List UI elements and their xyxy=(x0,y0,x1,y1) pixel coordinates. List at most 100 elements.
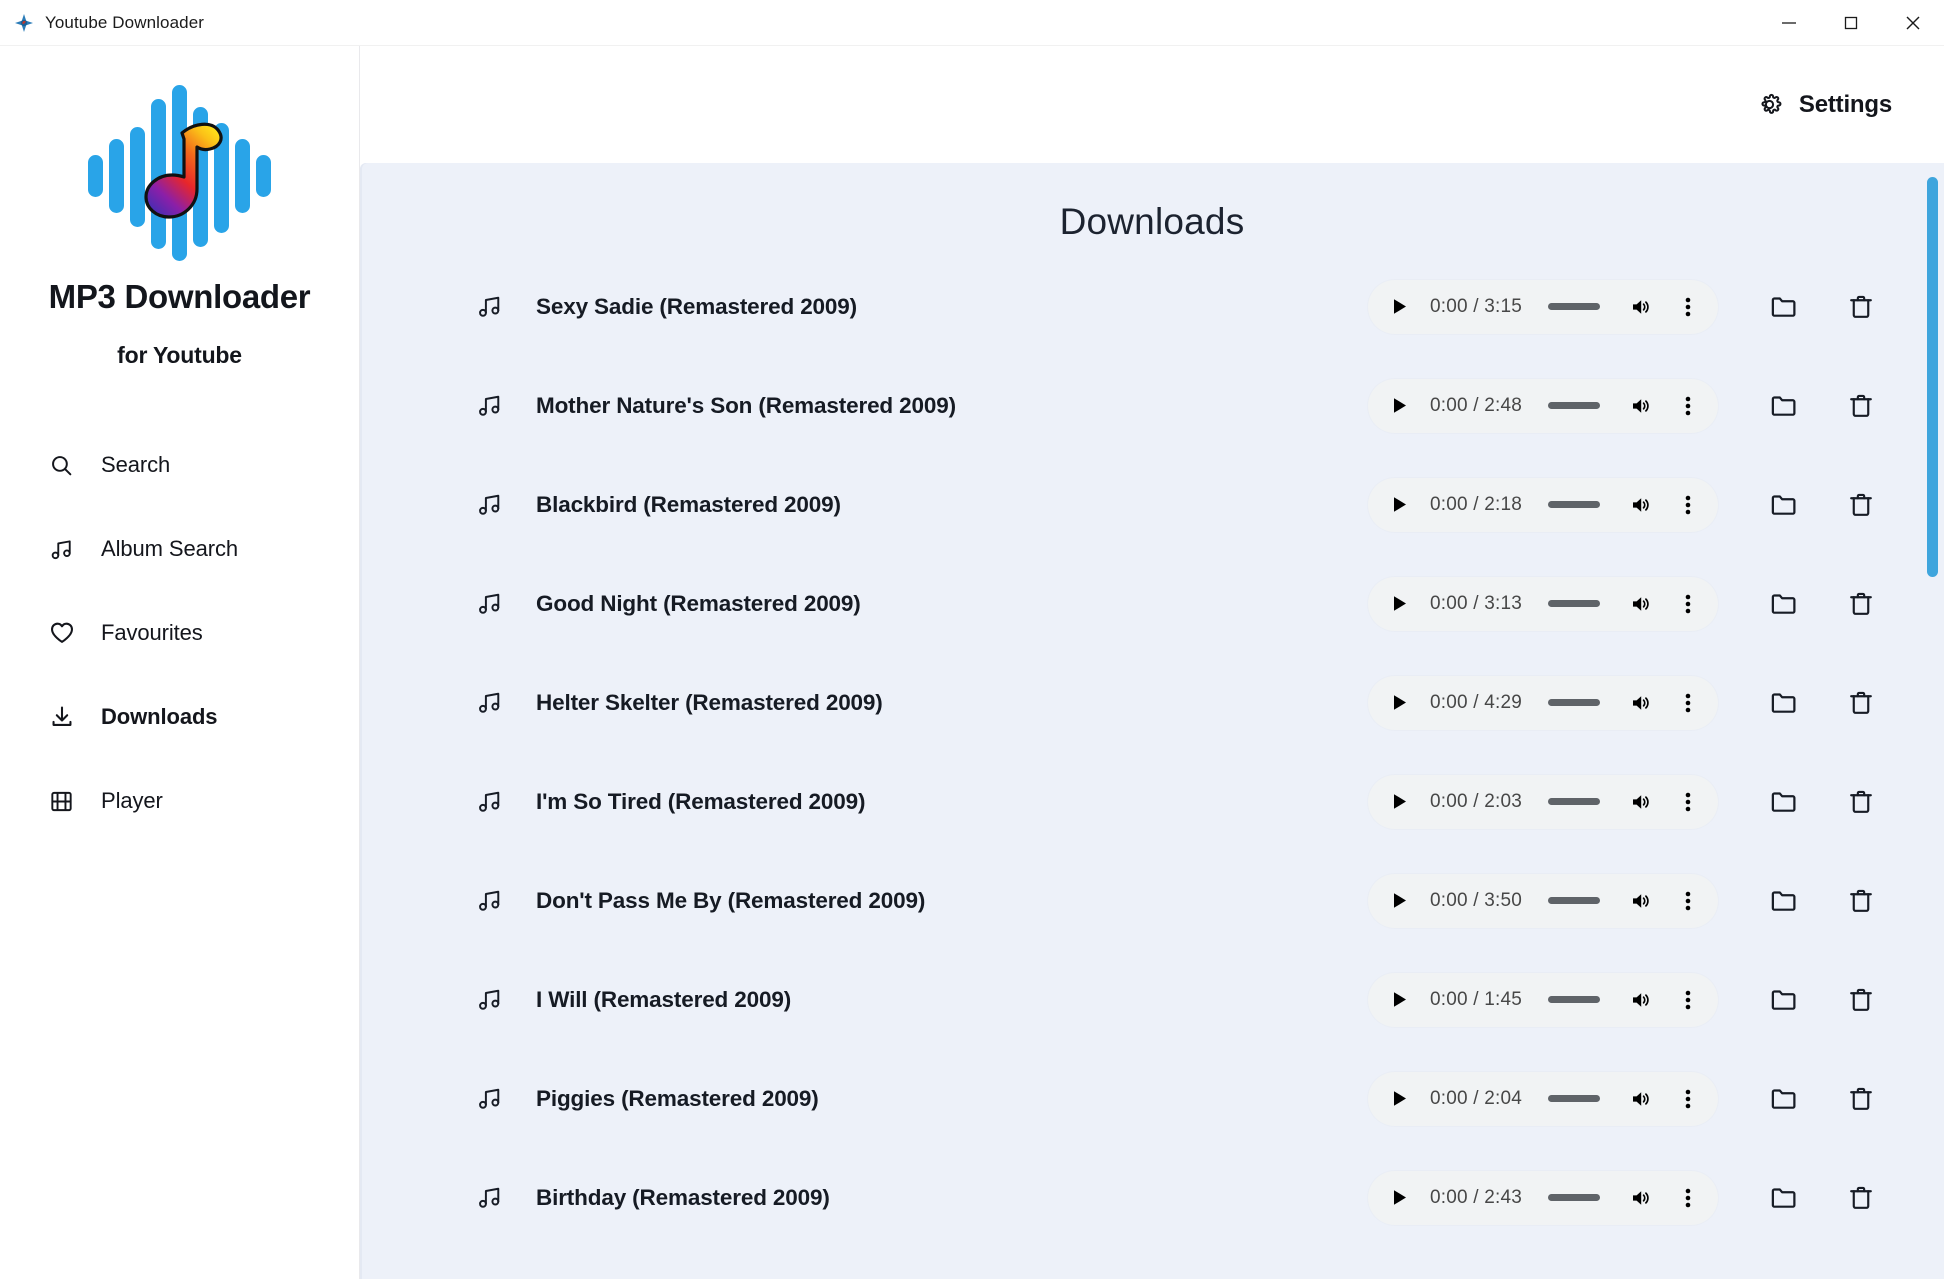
track-row[interactable]: Mother Nature's Son (Remastered 2009) 0:… xyxy=(360,356,1944,455)
three-dots-vertical-icon[interactable] xyxy=(1676,985,1700,1015)
track-row[interactable]: Sexy Sadie (Remastered 2009) 0:00 / 3:15 xyxy=(360,257,1944,356)
play-icon[interactable] xyxy=(1384,292,1414,322)
three-dots-vertical-icon[interactable] xyxy=(1676,391,1700,421)
track-row[interactable]: Good Night (Remastered 2009) 0:00 / 3:13 xyxy=(360,554,1944,653)
progress-bar[interactable] xyxy=(1548,303,1600,310)
play-icon[interactable] xyxy=(1384,886,1414,916)
volume-high-icon[interactable] xyxy=(1626,886,1656,916)
play-icon[interactable] xyxy=(1384,1183,1414,1213)
volume-high-icon[interactable] xyxy=(1626,1084,1656,1114)
trash-icon[interactable] xyxy=(1844,587,1878,621)
trash-icon[interactable] xyxy=(1844,686,1878,720)
play-icon[interactable] xyxy=(1384,490,1414,520)
sidebar-item-downloads[interactable]: Downloads xyxy=(0,675,359,759)
folder-icon[interactable] xyxy=(1766,488,1800,522)
three-dots-vertical-icon[interactable] xyxy=(1676,1183,1700,1213)
three-dots-vertical-icon[interactable] xyxy=(1676,688,1700,718)
application-window: Youtube Downloader MP3 Downloader for Yo… xyxy=(0,0,1944,1279)
scrollbar-thumb[interactable] xyxy=(1927,177,1938,577)
trash-icon[interactable] xyxy=(1844,785,1878,819)
volume-high-icon[interactable] xyxy=(1626,292,1656,322)
playback-time: 0:00 / 1:45 xyxy=(1430,988,1522,1010)
progress-bar[interactable] xyxy=(1548,798,1600,805)
sidebar-item-favourites[interactable]: Favourites xyxy=(0,591,359,675)
close-button[interactable] xyxy=(1882,0,1944,46)
sidebar-item-player[interactable]: Player xyxy=(0,759,359,843)
trash-icon[interactable] xyxy=(1844,488,1878,522)
trash-icon[interactable] xyxy=(1844,884,1878,918)
sidebar: MP3 Downloader for Youtube Search Album … xyxy=(0,46,360,1279)
music-note-icon xyxy=(474,391,504,421)
track-row[interactable]: I Will (Remastered 2009) 0:00 / 1:45 xyxy=(360,950,1944,1049)
three-dots-vertical-icon[interactable] xyxy=(1676,490,1700,520)
trash-icon[interactable] xyxy=(1844,1082,1878,1116)
play-icon[interactable] xyxy=(1384,985,1414,1015)
audio-player[interactable]: 0:00 / 4:29 xyxy=(1368,675,1718,730)
play-icon[interactable] xyxy=(1384,787,1414,817)
volume-high-icon[interactable] xyxy=(1626,1183,1656,1213)
maximize-button[interactable] xyxy=(1820,0,1882,46)
sidebar-item-search[interactable]: Search xyxy=(0,423,359,507)
body-container: MP3 Downloader for Youtube Search Album … xyxy=(0,46,1944,1279)
vertical-scrollbar[interactable] xyxy=(1924,163,1944,1279)
progress-bar[interactable] xyxy=(1548,501,1600,508)
folder-icon[interactable] xyxy=(1766,290,1800,324)
progress-bar[interactable] xyxy=(1548,600,1600,607)
folder-icon[interactable] xyxy=(1766,1082,1800,1116)
progress-bar[interactable] xyxy=(1548,699,1600,706)
three-dots-vertical-icon[interactable] xyxy=(1676,1084,1700,1114)
progress-bar[interactable] xyxy=(1548,1095,1600,1102)
trash-icon[interactable] xyxy=(1844,983,1878,1017)
track-row[interactable]: Birthday (Remastered 2009) 0:00 / 2:43 xyxy=(360,1148,1944,1247)
three-dots-vertical-icon[interactable] xyxy=(1676,886,1700,916)
three-dots-vertical-icon[interactable] xyxy=(1676,787,1700,817)
three-dots-vertical-icon[interactable] xyxy=(1676,589,1700,619)
audio-player[interactable]: 0:00 / 1:45 xyxy=(1368,972,1718,1027)
volume-high-icon[interactable] xyxy=(1626,787,1656,817)
title-bar-left: Youtube Downloader xyxy=(0,13,204,33)
volume-high-icon[interactable] xyxy=(1626,985,1656,1015)
settings-button[interactable]: Settings xyxy=(1752,85,1896,125)
playback-time: 0:00 / 2:48 xyxy=(1430,394,1522,416)
track-row[interactable]: I'm So Tired (Remastered 2009) 0:00 / 2:… xyxy=(360,752,1944,851)
volume-high-icon[interactable] xyxy=(1626,391,1656,421)
play-icon[interactable] xyxy=(1384,1084,1414,1114)
progress-bar[interactable] xyxy=(1548,897,1600,904)
three-dots-vertical-icon[interactable] xyxy=(1676,292,1700,322)
trash-icon[interactable] xyxy=(1844,389,1878,423)
audio-player[interactable]: 0:00 / 2:18 xyxy=(1368,477,1718,532)
progress-bar[interactable] xyxy=(1548,996,1600,1003)
folder-icon[interactable] xyxy=(1766,983,1800,1017)
trash-icon[interactable] xyxy=(1844,290,1878,324)
folder-icon[interactable] xyxy=(1766,884,1800,918)
audio-player[interactable]: 0:00 / 3:50 xyxy=(1368,873,1718,928)
volume-high-icon[interactable] xyxy=(1626,589,1656,619)
progress-bar[interactable] xyxy=(1548,402,1600,409)
track-title: Birthday (Remastered 2009) xyxy=(536,1184,830,1210)
folder-icon[interactable] xyxy=(1766,785,1800,819)
folder-icon[interactable] xyxy=(1766,389,1800,423)
volume-high-icon[interactable] xyxy=(1626,490,1656,520)
trash-icon[interactable] xyxy=(1844,1181,1878,1215)
sidebar-item-album-search[interactable]: Album Search xyxy=(0,507,359,591)
audio-player[interactable]: 0:00 / 3:15 xyxy=(1368,279,1718,334)
audio-player[interactable]: 0:00 / 2:04 xyxy=(1368,1071,1718,1126)
audio-player[interactable]: 0:00 / 2:43 xyxy=(1368,1170,1718,1225)
track-row[interactable]: Blackbird (Remastered 2009) 0:00 / 2:18 xyxy=(360,455,1944,554)
folder-icon[interactable] xyxy=(1766,587,1800,621)
track-row[interactable]: Helter Skelter (Remastered 2009) 0:00 / … xyxy=(360,653,1944,752)
track-row[interactable]: Piggies (Remastered 2009) 0:00 / 2:04 xyxy=(360,1049,1944,1148)
play-icon[interactable] xyxy=(1384,688,1414,718)
audio-player[interactable]: 0:00 / 3:13 xyxy=(1368,576,1718,631)
track-row[interactable]: Don't Pass Me By (Remastered 2009) 0:00 … xyxy=(360,851,1944,950)
progress-bar[interactable] xyxy=(1548,1194,1600,1201)
audio-player[interactable]: 0:00 / 2:48 xyxy=(1368,378,1718,433)
play-icon[interactable] xyxy=(1384,589,1414,619)
folder-icon[interactable] xyxy=(1766,1181,1800,1215)
minimize-button[interactable] xyxy=(1758,0,1820,46)
title-bar: Youtube Downloader xyxy=(0,0,1944,46)
audio-player[interactable]: 0:00 / 2:03 xyxy=(1368,774,1718,829)
volume-high-icon[interactable] xyxy=(1626,688,1656,718)
folder-icon[interactable] xyxy=(1766,686,1800,720)
play-icon[interactable] xyxy=(1384,391,1414,421)
